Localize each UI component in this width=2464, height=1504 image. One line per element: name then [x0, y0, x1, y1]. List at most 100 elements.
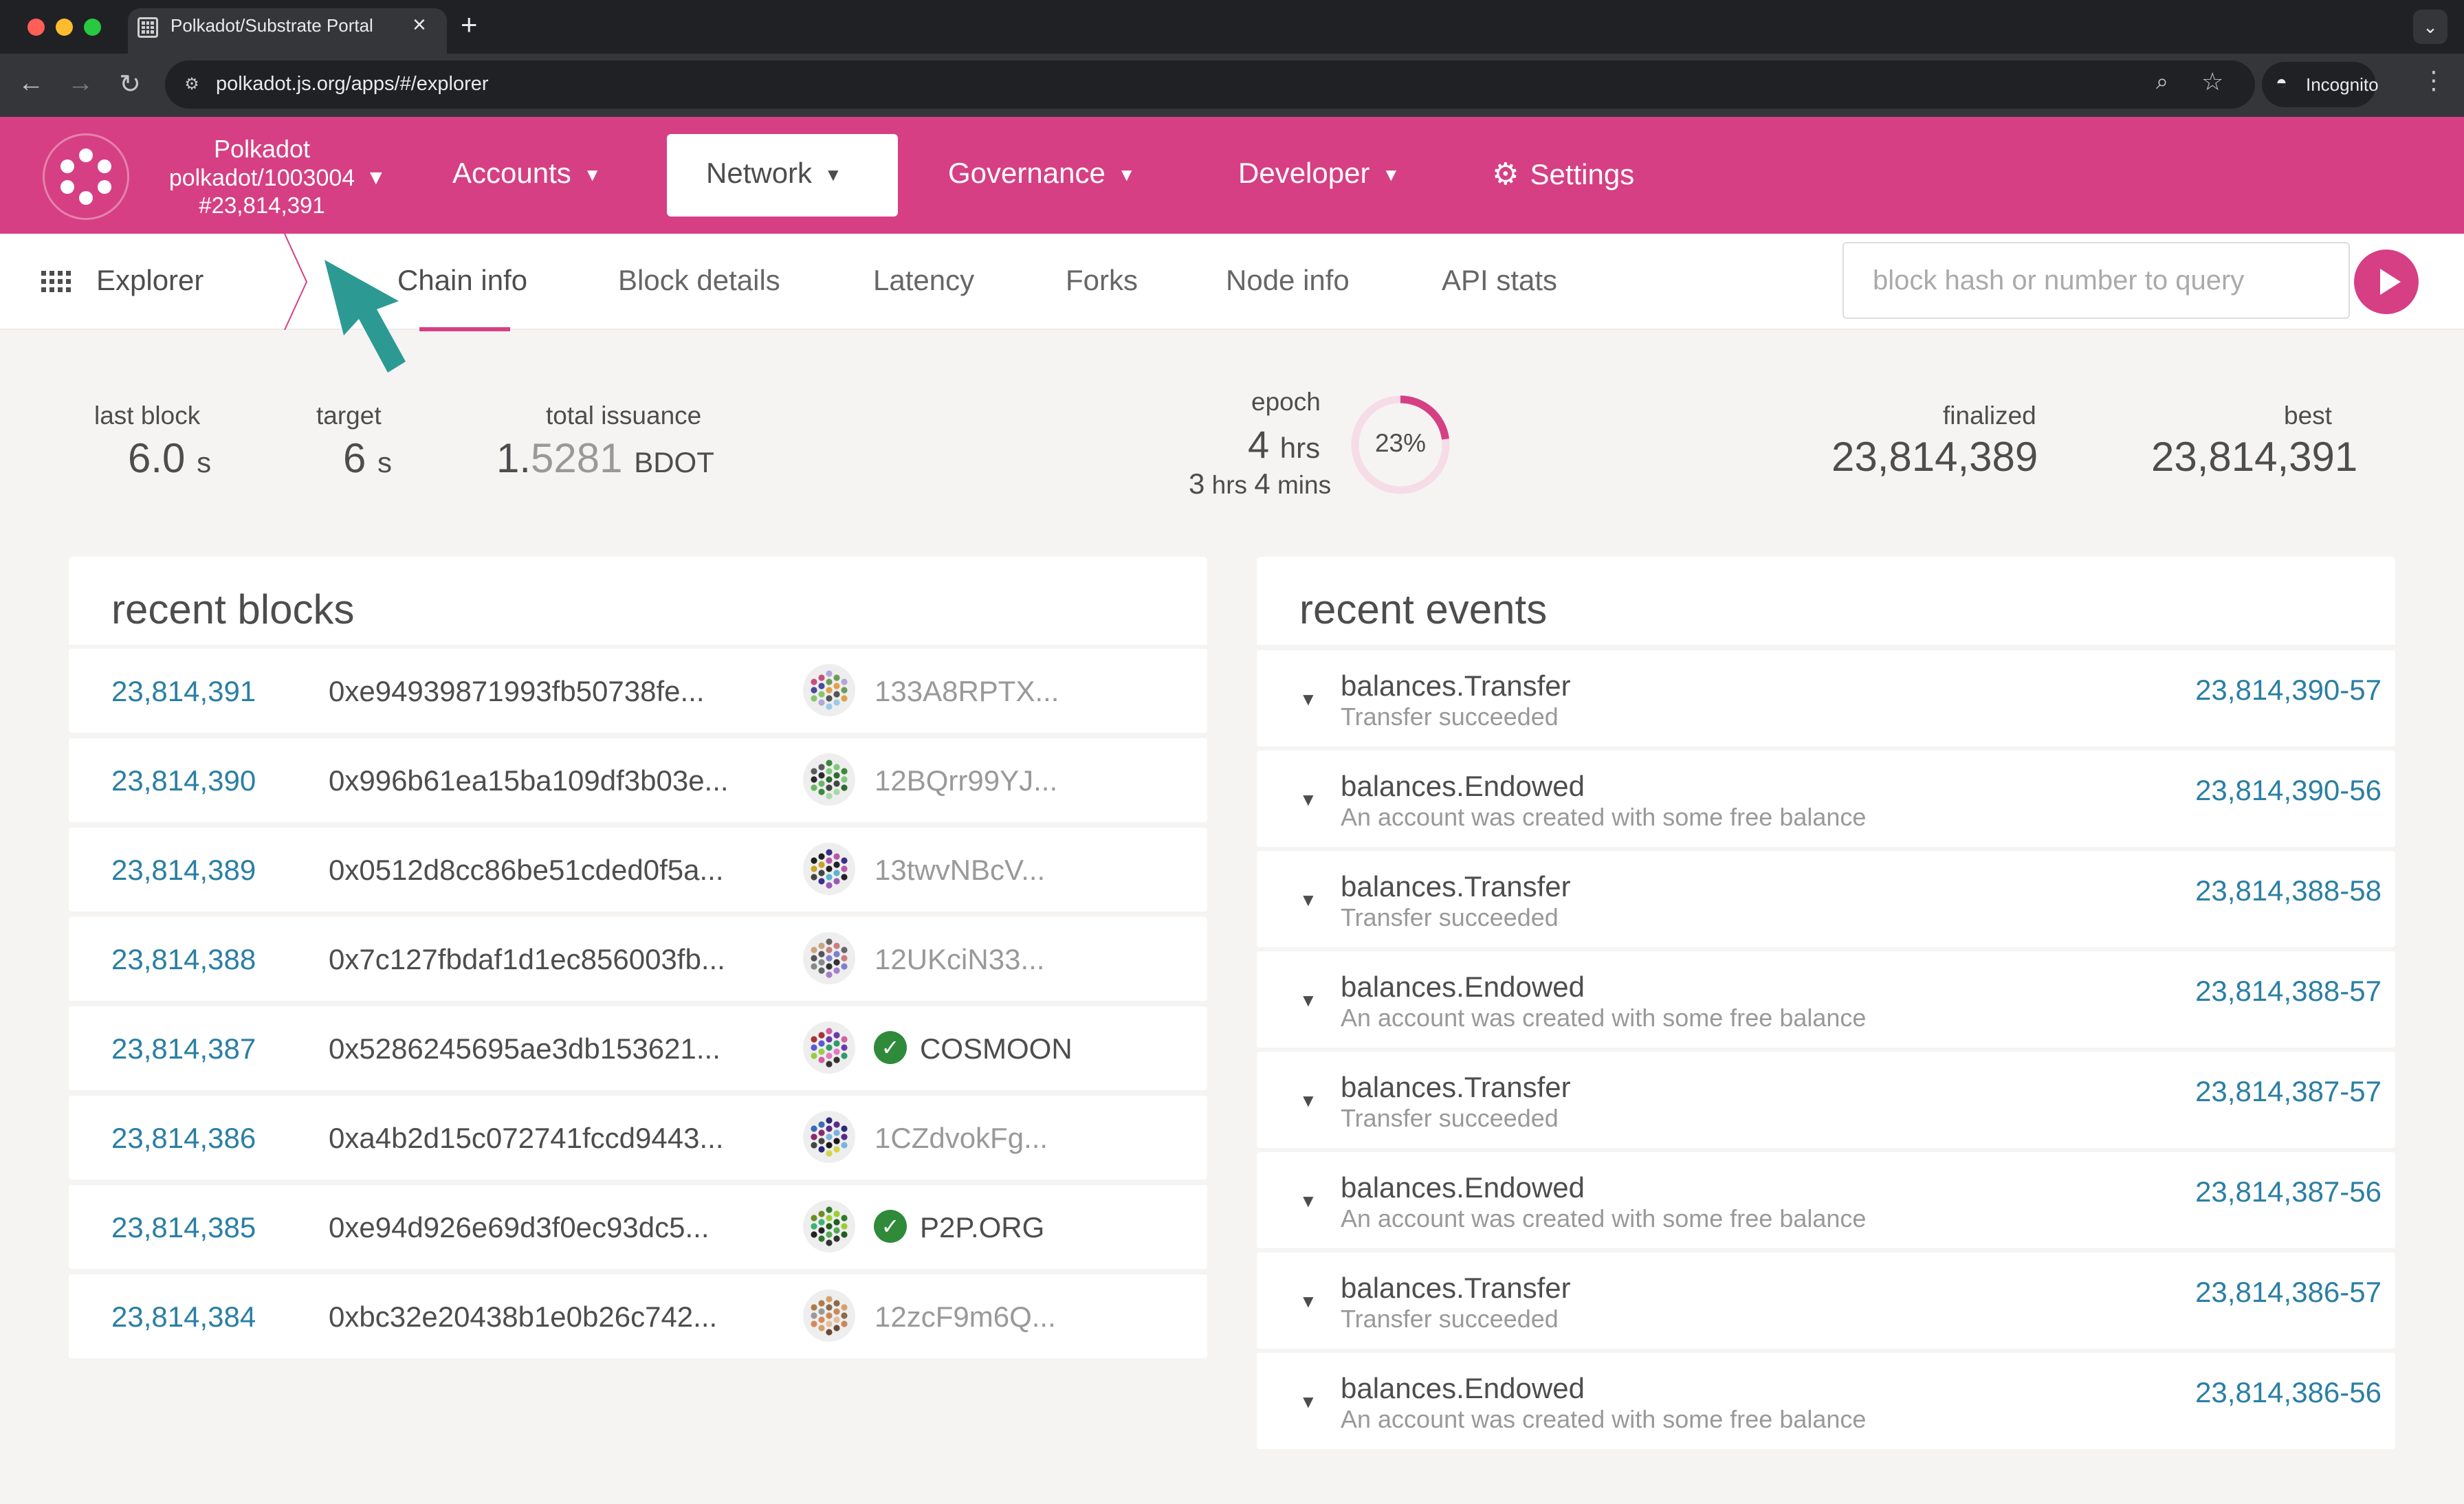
expand-caret-icon[interactable]: ▼ — [1299, 1090, 1317, 1112]
target-unit: s — [377, 446, 393, 478]
caret-down-icon: ▼ — [1382, 164, 1400, 186]
event-description: An account was created with some free ba… — [1341, 1004, 1867, 1032]
caret-down-icon: ▼ — [824, 164, 842, 186]
block-author[interactable]: 13twvNBcV... — [874, 854, 1045, 887]
block-author[interactable]: COSMOON — [920, 1032, 1072, 1065]
menu-network-label: Network — [706, 157, 813, 189]
expand-caret-icon[interactable]: ▼ — [1299, 1291, 1317, 1312]
event-id-link[interactable]: 23,814,387-56 — [2195, 1175, 2382, 1208]
event-name: balances.Endowed — [1341, 971, 1585, 1003]
block-author[interactable]: 133A8RPTX... — [874, 675, 1059, 708]
epoch-remaining-mins-unit: mins — [1277, 471, 1332, 499]
menu-governance-label: Governance — [948, 157, 1106, 189]
tab-node-info[interactable]: Node info — [1226, 264, 1350, 297]
block-number-link[interactable]: 23,814,385 — [111, 1211, 256, 1244]
identicon-icon[interactable] — [803, 932, 855, 984]
event-name: balances.Transfer — [1341, 870, 1571, 903]
finalized-value: 23,814,389 — [1832, 434, 2038, 480]
menu-governance[interactable]: Governance ▼ — [948, 157, 1136, 190]
event-description: Transfer succeeded — [1341, 1104, 1559, 1132]
block-number-link[interactable]: 23,814,387 — [111, 1032, 256, 1065]
menu-developer-label: Developer — [1238, 157, 1370, 189]
event-description: Transfer succeeded — [1341, 1305, 1559, 1333]
event-id-link[interactable]: 23,814,386-57 — [2195, 1276, 2382, 1309]
expand-caret-icon[interactable]: ▼ — [1299, 1191, 1317, 1212]
block-author[interactable]: P2P.ORG — [920, 1211, 1044, 1244]
block-hash: 0x0512d8cc86be51cded0f5a... — [329, 854, 724, 886]
block-author[interactable]: 12BQrr99YJ... — [874, 764, 1057, 797]
epoch-hours-unit: hrs — [1279, 432, 1321, 464]
expand-caret-icon[interactable]: ▼ — [1299, 1391, 1317, 1413]
block-number-link[interactable]: 23,814,390 — [111, 764, 256, 797]
block-author[interactable]: 12zcF9m6Q... — [874, 1301, 1056, 1334]
target-number: 6 — [343, 435, 366, 481]
expand-caret-icon[interactable]: ▼ — [1299, 889, 1317, 911]
bookmark-star-icon[interactable]: ☆ — [2201, 67, 2223, 96]
identicon-icon[interactable] — [803, 1200, 855, 1252]
tab-forks[interactable]: Forks — [1066, 264, 1138, 297]
window-zoom-button[interactable] — [84, 19, 101, 36]
menu-developer[interactable]: Developer ▼ — [1238, 157, 1400, 190]
tab-close-icon[interactable]: × — [412, 12, 426, 38]
event-name: balances.Transfer — [1341, 1071, 1571, 1103]
identicon-icon[interactable] — [803, 1021, 855, 1074]
tab-api-stats[interactable]: API stats — [1442, 264, 1557, 297]
chain-spec[interactable]: polkadot/1003004 — [155, 165, 368, 192]
event-name: balances.Transfer — [1341, 670, 1571, 702]
url-text[interactable]: polkadot.js.org/apps/#/explorer — [216, 73, 489, 96]
chain-dropdown-caret-icon[interactable]: ▼ — [366, 166, 386, 190]
new-tab-icon[interactable]: + — [461, 8, 478, 41]
tab-latency[interactable]: Latency — [873, 264, 974, 297]
issuance-unit: BDOT — [634, 446, 714, 478]
block-author[interactable]: 1CZdvokFg... — [874, 1122, 1048, 1155]
menu-accounts[interactable]: Accounts ▼ — [452, 157, 602, 190]
block-hash: 0x5286245695ae3db153621... — [329, 1032, 720, 1065]
tab-block-details[interactable]: Block details — [618, 264, 780, 297]
browser-menu-icon[interactable]: ⋮ — [2421, 66, 2446, 95]
identicon-icon[interactable] — [803, 1111, 855, 1163]
expand-caret-icon[interactable]: ▼ — [1299, 990, 1317, 1011]
identicon-icon[interactable] — [803, 1290, 855, 1342]
logo-dots — [58, 148, 114, 205]
recent-events-title: recent events — [1299, 586, 1548, 632]
expand-caret-icon[interactable]: ▼ — [1299, 789, 1317, 810]
event-id-link[interactable]: 23,814,390-56 — [2195, 774, 2382, 807]
window-minimize-button[interactable] — [56, 19, 73, 36]
block-query-input[interactable] — [1842, 242, 2350, 319]
subnav-title[interactable]: Explorer — [96, 264, 204, 297]
menu-network[interactable]: Network ▼ — [706, 157, 842, 190]
block-number-link[interactable]: 23,814,388 — [111, 943, 256, 976]
last-block-label: last block — [94, 401, 201, 430]
zoom-icon[interactable]: ⌕ — [2156, 69, 2168, 95]
identicon-icon[interactable] — [803, 753, 855, 806]
app-grid-icon[interactable] — [41, 271, 72, 292]
forward-arrow-icon[interactable]: → — [63, 69, 98, 98]
tab-favicon-icon — [138, 17, 158, 38]
best-value: 23,814,391 — [2151, 434, 2358, 480]
expand-caret-icon[interactable]: ▼ — [1299, 689, 1317, 710]
query-submit-button[interactable] — [2354, 250, 2419, 314]
tab-search-icon[interactable]: ⌄ — [2413, 10, 2448, 44]
site-info-icon[interactable]: ⚙ — [176, 69, 208, 100]
event-id-link[interactable]: 23,814,388-57 — [2195, 975, 2382, 1008]
window-close-button[interactable] — [28, 19, 45, 36]
block-number-link[interactable]: 23,814,389 — [111, 854, 256, 887]
block-author[interactable]: 12UKciN33... — [874, 943, 1044, 976]
menu-settings[interactable]: ⚙ Settings — [1492, 157, 1634, 192]
identicon-icon[interactable] — [803, 843, 855, 895]
block-number-link[interactable]: 23,814,391 — [111, 675, 256, 708]
block-number-link[interactable]: 23,814,384 — [111, 1301, 256, 1334]
event-id-link[interactable]: 23,814,390-57 — [2195, 674, 2382, 707]
identicon-icon[interactable] — [803, 664, 855, 716]
back-arrow-icon[interactable]: ← — [14, 69, 48, 98]
chain-name[interactable]: Polkadot — [155, 135, 368, 164]
block-number-link[interactable]: 23,814,386 — [111, 1122, 256, 1155]
event-id-link[interactable]: 23,814,387-57 — [2195, 1075, 2382, 1108]
chain-block-number[interactable]: #23,814,391 — [155, 192, 368, 219]
reload-icon[interactable]: ↻ — [113, 69, 147, 100]
incognito-label: Incognito — [2306, 74, 2379, 95]
event-id-link[interactable]: 23,814,386-56 — [2195, 1376, 2382, 1409]
total-issuance-label: total issuance — [546, 401, 702, 430]
event-id-link[interactable]: 23,814,388-58 — [2195, 874, 2382, 907]
target-value: 6 s — [343, 434, 392, 482]
